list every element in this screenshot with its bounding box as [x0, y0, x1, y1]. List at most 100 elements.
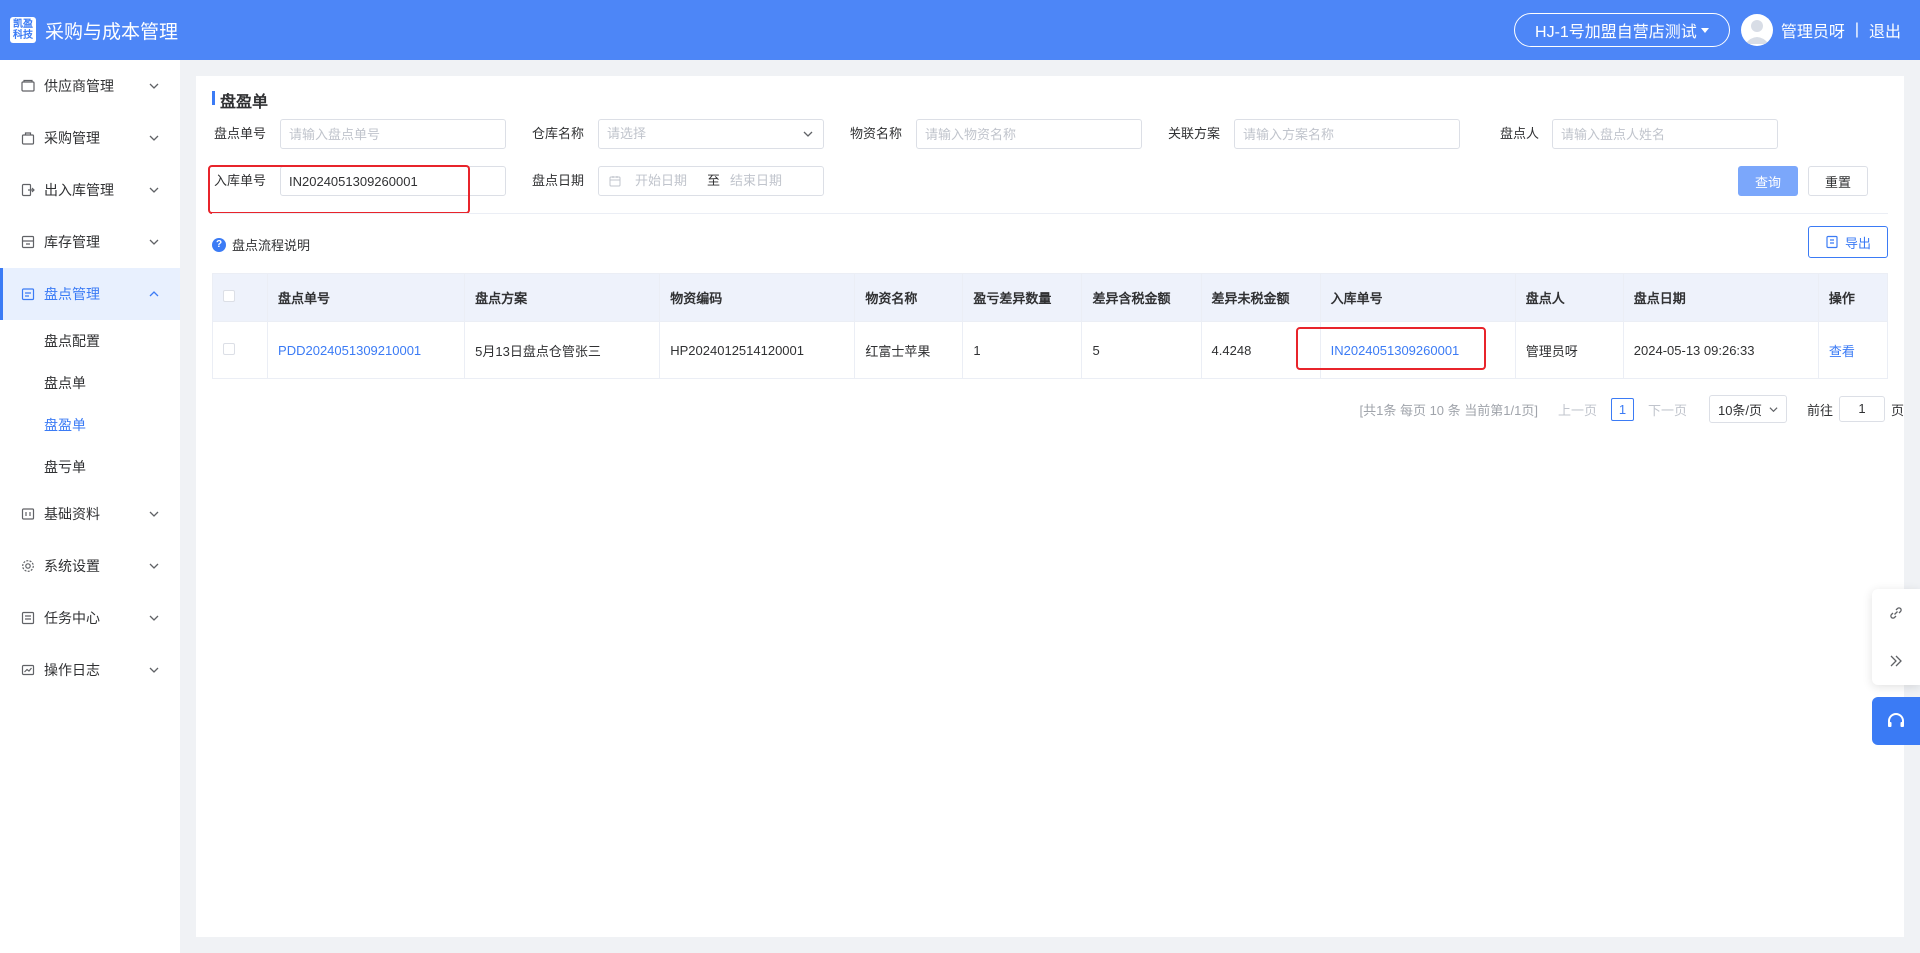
material-input[interactable]	[916, 119, 1142, 149]
app-title: 采购与成本管理	[45, 21, 179, 43]
col-diff-notax: 差异未税金额	[1200, 273, 1321, 322]
supplier-icon	[21, 79, 35, 92]
goto-page-input[interactable]: 1	[1838, 396, 1885, 422]
chevron-down-icon	[149, 667, 159, 673]
plan-label: 关联方案	[1168, 126, 1221, 141]
header-right: HJ-1号加盟自营店测试 管理员呀 | 退出	[1514, 13, 1901, 47]
prev-page-button[interactable]: 上一页	[1558, 400, 1597, 419]
col-person: 盘点人	[1514, 273, 1624, 322]
cell-date: 2024-05-13 09:26:33	[1622, 321, 1819, 379]
query-button[interactable]: 查询	[1738, 166, 1798, 196]
cell-material-name: 红富士苹果	[854, 321, 964, 379]
pagination: [共1条 每页 10 条 当前第1/1页] 上一页 1 下一页 10条/页 前往…	[1359, 394, 1904, 424]
row-checkbox[interactable]	[223, 342, 235, 355]
stocktake-no-label: 盘点单号	[214, 126, 267, 141]
avatar[interactable]	[1740, 14, 1773, 46]
sidebar-sub-surplus-order[interactable]: 盘盈单	[0, 404, 180, 446]
page-size-select[interactable]: 10条/页	[1708, 395, 1787, 423]
task-icon	[21, 611, 35, 625]
stocktake-icon	[21, 288, 35, 301]
help-link[interactable]: ? 盘点流程说明	[212, 235, 310, 254]
collapse-button[interactable]	[1872, 637, 1920, 685]
sidebar-item-settings[interactable]: 系统设置	[0, 540, 180, 592]
col-diff-tax: 差异含税金额	[1081, 273, 1202, 322]
customer-service-button[interactable]	[1872, 697, 1920, 745]
double-chevron-right-icon	[1890, 655, 1902, 667]
inbound-no-link[interactable]: IN2024051309260001	[1331, 343, 1460, 358]
plan-input[interactable]	[1234, 119, 1460, 149]
sidebar-item-log[interactable]: 操作日志	[0, 644, 180, 696]
user-name[interactable]: 管理员呀	[1781, 18, 1845, 42]
table-row: PDD2024051309210001 5月13日盘点仓管张三 HP202401…	[211, 321, 1889, 379]
cell-plan: 5月13日盘点仓管张三	[464, 321, 661, 379]
logout-link[interactable]: 退出	[1869, 18, 1901, 42]
sidebar-item-task[interactable]: 任务中心	[0, 592, 180, 644]
sidebar-item-inout[interactable]: 出入库管理	[0, 164, 180, 216]
next-page-button[interactable]: 下一页	[1648, 400, 1687, 419]
sidebar-item-supplier[interactable]: 供应商管理	[0, 60, 180, 112]
log-icon	[21, 664, 35, 676]
page-unit: 页	[1890, 402, 1904, 418]
chevron-down-icon	[149, 615, 159, 621]
goto-label: 前往	[1806, 402, 1833, 418]
pagination-info: [共1条 每页 10 条 当前第1/1页]	[1359, 402, 1538, 418]
link-button[interactable]	[1872, 589, 1920, 637]
calendar-icon	[609, 176, 621, 187]
current-page[interactable]: 1	[1610, 397, 1634, 421]
divider	[212, 213, 1888, 214]
material-label: 物资名称	[850, 126, 903, 141]
row-checkbox-cell	[211, 321, 269, 379]
date-start[interactable]: 开始日期	[635, 167, 695, 195]
reset-button[interactable]: 重置	[1808, 166, 1868, 196]
basic-data-icon	[21, 508, 35, 520]
date-range-picker[interactable]: 开始日期 至 结束日期	[598, 166, 824, 196]
link-icon	[1890, 607, 1902, 619]
cell-stocktake-no: PDD2024051309210001	[267, 321, 466, 379]
sidebar-item-inventory[interactable]: 库存管理	[0, 216, 180, 268]
cell-diff-tax: 5	[1081, 321, 1202, 379]
inbound-no-label: 入库单号	[214, 173, 267, 188]
col-material-code: 物资编码	[659, 273, 856, 322]
chevron-down-icon	[149, 511, 159, 517]
stocktake-no-link[interactable]: PDD2024051309210001	[278, 343, 421, 358]
chevron-down-icon	[149, 239, 159, 245]
sidebar-sub-stocktake-order[interactable]: 盘点单	[0, 362, 180, 404]
date-end[interactable]: 结束日期	[730, 167, 782, 195]
view-link[interactable]: 查看	[1829, 344, 1855, 359]
main-panel: 盘盈单 盘点单号 仓库名称 请选择 物资名称 关联方案 盘点人 入库单号 盘点日…	[196, 76, 1904, 937]
floating-toolbar	[1872, 589, 1920, 685]
inventory-icon	[21, 235, 35, 249]
sidebar: 供应商管理 采购管理 出入库管理 库存管理 盘点管理 盘点配置 盘点单 盘盈单 …	[0, 60, 180, 953]
person-label: 盘点人	[1500, 126, 1540, 141]
header-checkbox-cell	[211, 273, 269, 322]
caret-down-icon	[1700, 27, 1709, 33]
sidebar-item-stocktake[interactable]: 盘点管理	[0, 268, 180, 320]
sidebar-sub-stocktake-config[interactable]: 盘点配置	[0, 320, 180, 362]
inout-icon	[21, 183, 35, 197]
date-range-separator: 至	[707, 173, 721, 188]
store-selector[interactable]: HJ-1号加盟自营店测试	[1514, 13, 1730, 47]
cell-inbound-no: IN2024051309260001	[1319, 321, 1516, 379]
inbound-no-input[interactable]	[280, 166, 506, 196]
cell-diff-notax: 4.4248	[1200, 321, 1321, 379]
question-icon: ?	[212, 237, 226, 252]
store-name: HJ-1号加盟自营店测试	[1535, 24, 1697, 41]
purchase-icon	[21, 132, 35, 145]
col-action: 操作	[1817, 273, 1889, 322]
person-input[interactable]	[1552, 119, 1778, 149]
warehouse-select[interactable]: 请选择	[598, 119, 824, 149]
stocktake-no-input[interactable]	[280, 119, 506, 149]
chevron-down-icon	[149, 135, 159, 141]
sidebar-item-purchase[interactable]: 采购管理	[0, 112, 180, 164]
company-logo: 凯盈 科技	[10, 17, 36, 43]
sidebar-sub-loss-order[interactable]: 盘亏单	[0, 446, 180, 488]
col-inbound-no: 入库单号	[1319, 273, 1516, 322]
select-all-checkbox[interactable]	[223, 290, 235, 302]
export-button[interactable]: 导出	[1808, 226, 1888, 258]
header-separator: |	[1854, 21, 1859, 38]
chevron-down-icon	[803, 131, 813, 137]
cell-person: 管理员呀	[1514, 321, 1624, 379]
sidebar-item-basic-data[interactable]: 基础资料	[0, 488, 180, 540]
headset-icon	[1888, 713, 1904, 727]
surplus-table: 盘点单号 盘点方案 物资编码 物资名称 盈亏差异数量 差异含税金额 差异未税金额…	[211, 273, 1889, 379]
